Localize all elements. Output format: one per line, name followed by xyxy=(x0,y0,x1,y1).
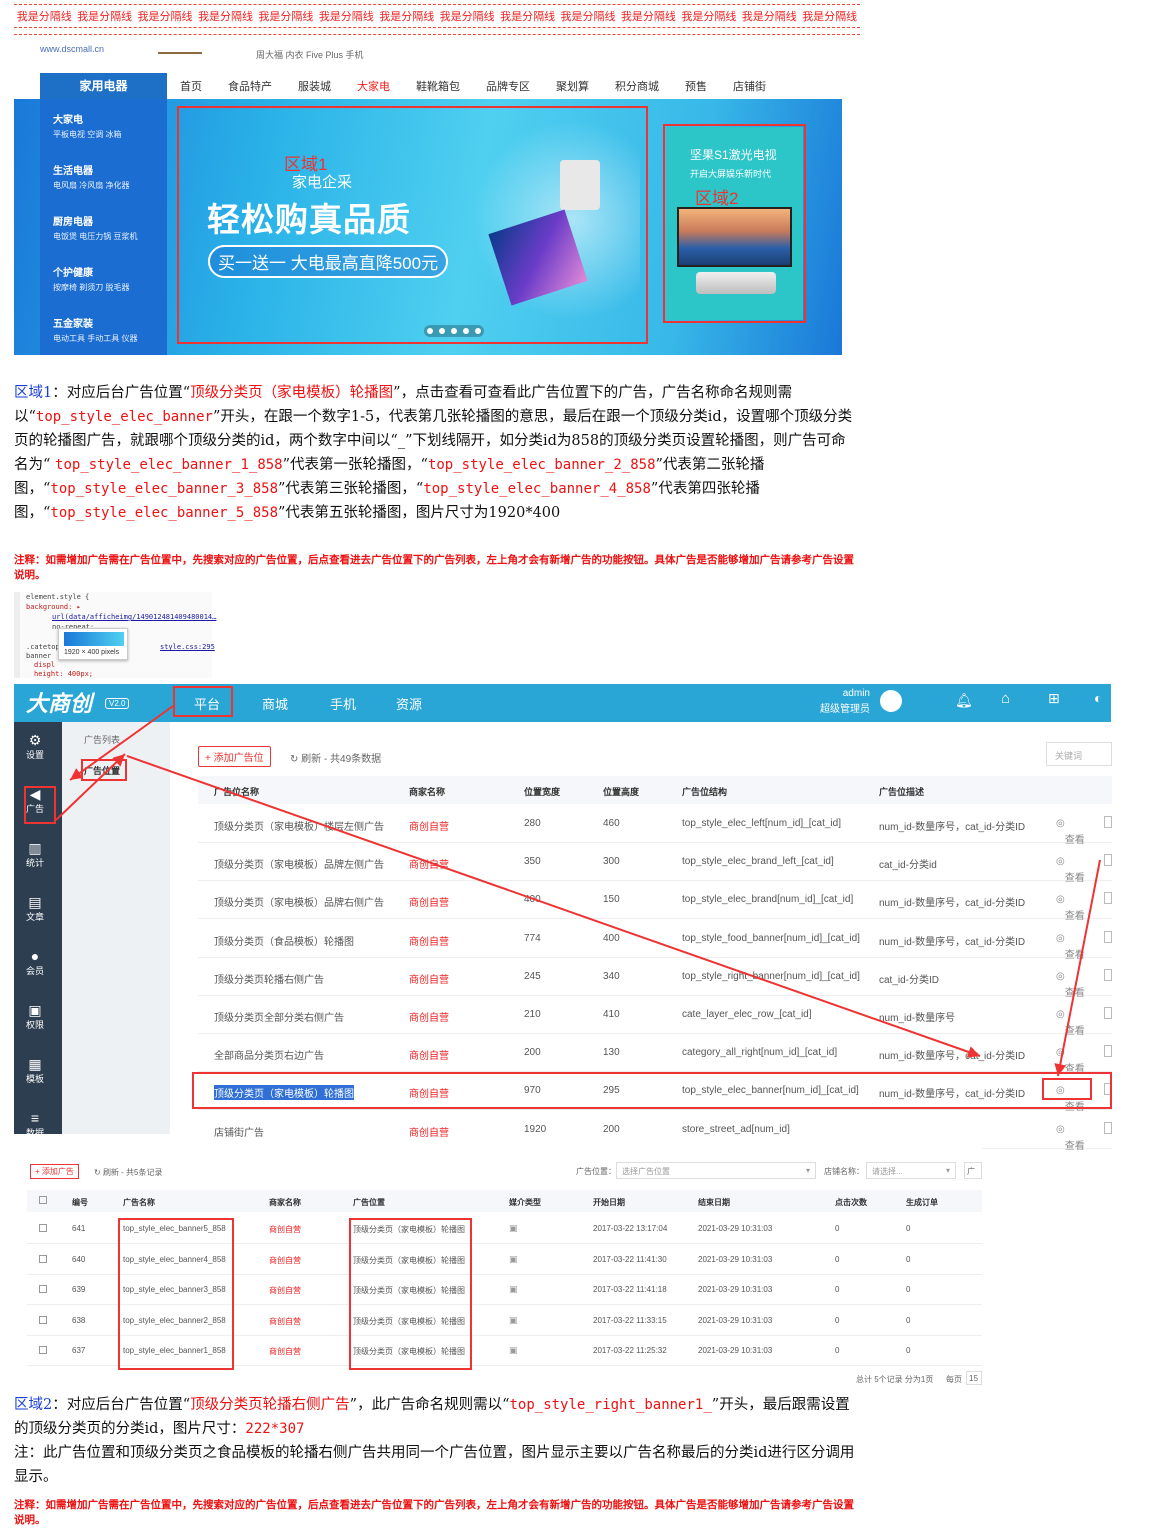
table-cell: 0 xyxy=(835,1224,840,1233)
table-cell: 0 xyxy=(906,1315,911,1325)
zone2-description: 区域2：对应后台广告位置“顶级分类页轮播右侧广告”，此广告命名规则需以“top_… xyxy=(14,1393,859,1489)
image-icon: ▣ xyxy=(509,1253,518,1264)
table-cell: 2017-03-22 11:25:32 xyxy=(593,1346,667,1356)
text: ：对应后台广告位置“ xyxy=(52,1397,191,1413)
column-header: 商家名称 xyxy=(269,1198,301,1207)
select-placeholder: 选择广告位置 xyxy=(622,1167,670,1176)
row-checkbox[interactable] xyxy=(39,1224,47,1232)
table-cell: 0 xyxy=(835,1346,840,1356)
column-header: 广告名称 xyxy=(123,1198,155,1207)
refresh-label: 刷新 - 共5条记录 xyxy=(102,1168,163,1177)
text: 注：此广告位置和顶级分类页之食品模板的轮播右侧广告共用同一个广告位置，图片显示主… xyxy=(14,1445,855,1485)
table-cell: 商创自营 xyxy=(269,1225,301,1234)
column-header: 开始日期 xyxy=(593,1198,625,1207)
position-filter-label: 广告位置： xyxy=(576,1167,616,1176)
table-cell: 640 xyxy=(72,1254,86,1264)
button-label: 添加广告 xyxy=(41,1167,74,1176)
table-cell: 商创自营 xyxy=(269,1347,301,1357)
row-checkbox[interactable] xyxy=(39,1315,47,1324)
column-header: 点击次数 xyxy=(835,1198,867,1207)
table-cell: 2017-03-22 13:17:04 xyxy=(593,1224,668,1233)
table-cell: 638 xyxy=(72,1315,86,1325)
column-header: 编号 xyxy=(72,1198,88,1207)
table-cell: 2017-03-22 11:33:15 xyxy=(593,1315,667,1325)
column-header: 媒介类型 xyxy=(509,1198,541,1207)
arrow xyxy=(126,755,981,1058)
add-ad-button[interactable]: + 添加广告 xyxy=(30,1164,79,1179)
text: ”，此广告命名规则需以“ xyxy=(349,1397,510,1413)
table-cell: 2021-03-29 10:31:03 xyxy=(698,1254,773,1264)
column-header: 结束日期 xyxy=(698,1198,730,1207)
select-placeholder: 请选择... xyxy=(872,1167,903,1176)
ad-prefix: top_style_right_banner1_ xyxy=(509,1397,712,1413)
image-icon: ▣ xyxy=(509,1223,518,1233)
note-2: 注释：如需增加广告需在广告位置中，先搜索对应的广告位置，后点查看进去广告位置下的… xyxy=(14,1499,854,1526)
pagination-summary: 总计 5个记录 分为1页 xyxy=(856,1375,934,1384)
row-checkbox[interactable] xyxy=(39,1285,47,1294)
zone2-lead: 区域2 xyxy=(14,1397,53,1413)
table-cell: 2021-03-29 10:31:03 xyxy=(698,1224,773,1233)
table-cell: 0 xyxy=(906,1285,911,1295)
table-cell: 2021-03-29 10:31:03 xyxy=(698,1346,773,1356)
highlight-ad-names xyxy=(118,1218,234,1370)
table-cell: 2017-03-22 11:41:18 xyxy=(593,1285,667,1295)
highlight-ad-positions xyxy=(349,1218,472,1370)
per-page-label: 每页 xyxy=(946,1375,962,1384)
table-cell: 商创自营 xyxy=(269,1286,301,1296)
position-filter-select[interactable]: 选择广告位置 ▾ xyxy=(616,1162,816,1179)
row-checkbox[interactable] xyxy=(39,1254,47,1263)
image-icon: ▣ xyxy=(509,1284,518,1295)
chevron-down-icon: ▾ xyxy=(945,1166,950,1175)
table-cell: 641 xyxy=(72,1224,86,1233)
table-cell: 2021-03-29 10:31:03 xyxy=(698,1315,773,1325)
table-cell: 商创自营 xyxy=(269,1316,301,1326)
table-cell: 637 xyxy=(72,1346,86,1356)
arrow xyxy=(1054,859,1101,1077)
table-cell: 2021-03-29 10:31:03 xyxy=(698,1285,773,1295)
select-all-checkbox[interactable] xyxy=(39,1196,47,1204)
column-header: 广告位置 xyxy=(353,1198,385,1207)
shop-filter-select[interactable]: 请选择... ▾ xyxy=(866,1162,956,1179)
chevron-down-icon: ▾ xyxy=(805,1166,810,1175)
table-cell: 0 xyxy=(906,1224,911,1233)
table-cell: 639 xyxy=(72,1285,86,1295)
row-checkbox[interactable] xyxy=(39,1346,47,1355)
arrow xyxy=(55,753,126,821)
more-filter[interactable]: 广 xyxy=(964,1162,982,1179)
image-size: 222*307 xyxy=(245,1421,305,1437)
ad-position-name: 顶级分类页轮播右侧广告 xyxy=(190,1397,350,1413)
shop-filter-label: 店铺名称： xyxy=(824,1167,864,1176)
table-cell: 0 xyxy=(835,1315,840,1325)
refresh-button[interactable]: ↻ 刷新 - 共5条记录 xyxy=(94,1167,163,1178)
table-cell: 商创自营 xyxy=(269,1255,301,1265)
table-cell: 0 xyxy=(906,1254,911,1264)
column-header: 生成订单 xyxy=(906,1198,938,1207)
table-cell: 0 xyxy=(906,1346,911,1356)
table-cell: 0 xyxy=(835,1254,840,1264)
table-cell: 2017-03-22 11:41:30 xyxy=(593,1254,667,1264)
image-icon: ▣ xyxy=(509,1345,518,1356)
image-icon: ▣ xyxy=(509,1314,518,1325)
per-page-input[interactable]: 15 xyxy=(966,1371,982,1385)
table-cell: 0 xyxy=(835,1285,840,1295)
arrow xyxy=(69,705,174,781)
